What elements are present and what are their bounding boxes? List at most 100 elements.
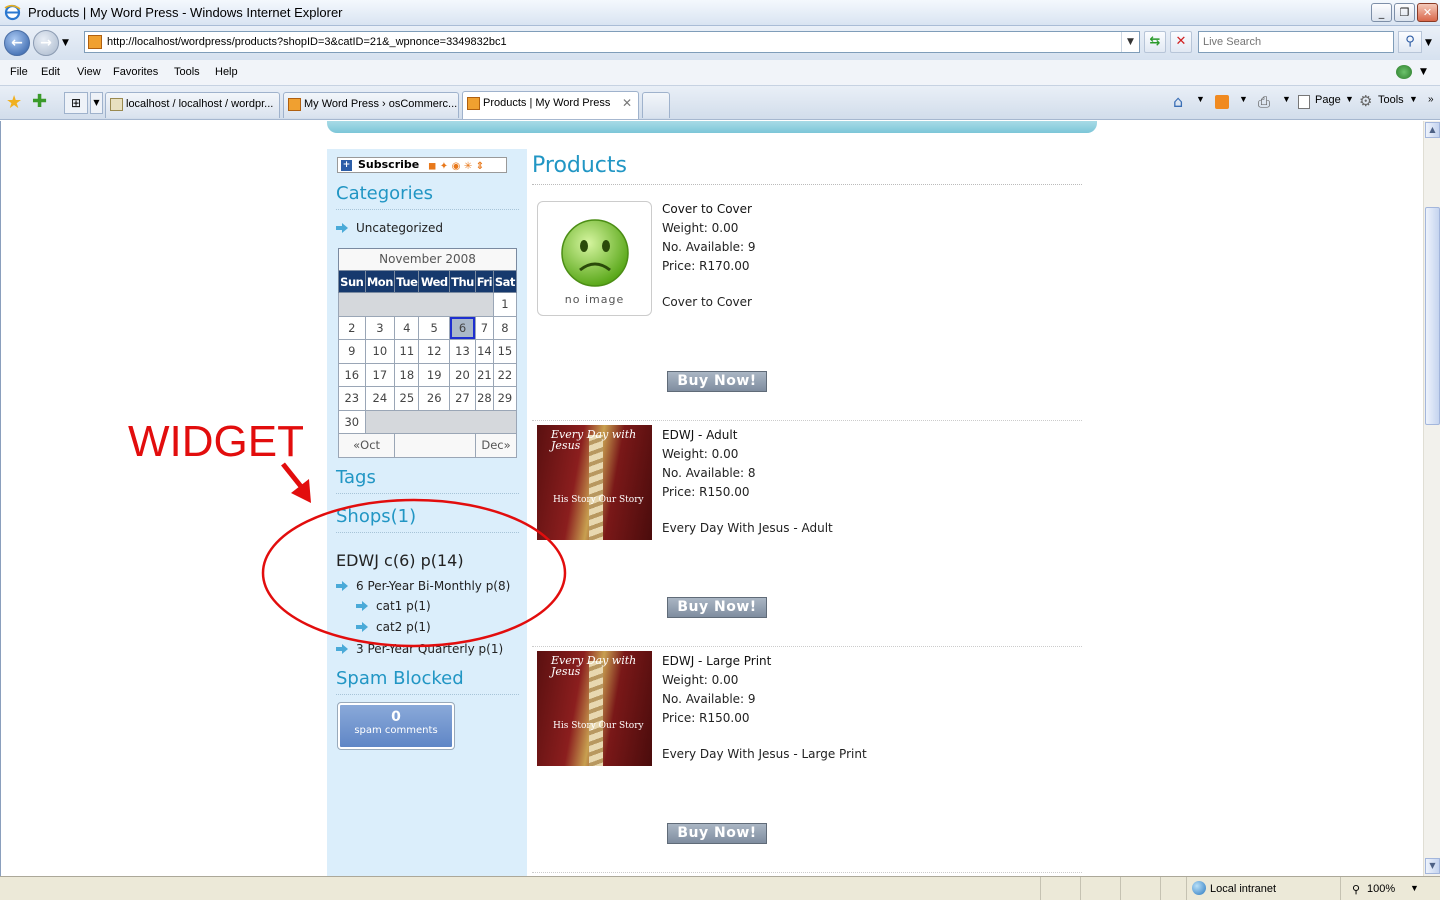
zoom-level[interactable]: 100% [1367, 883, 1395, 895]
history-dropdown-icon[interactable]: ▼ [62, 38, 69, 48]
live-search-input[interactable] [1199, 32, 1389, 52]
page-menu-button[interactable]: Page [1315, 94, 1341, 106]
title-bar: Products | My Word Press - Windows Inter… [0, 0, 1440, 26]
live-dropdown-icon[interactable]: ▼ [1420, 67, 1427, 77]
product-name[interactable]: EDWJ - Adult [662, 426, 756, 445]
product-name[interactable]: EDWJ - Large Print [662, 652, 771, 671]
shop-category-link[interactable]: 6 Per-Year Bi-Monthly p(8) [356, 579, 510, 593]
calendar-day: 12 [418, 339, 450, 364]
tools-menu-button[interactable]: Tools [1378, 94, 1404, 106]
live-search-box[interactable] [1198, 31, 1394, 53]
sad-face-icon [561, 219, 629, 287]
calendar-pad [338, 292, 494, 317]
buy-now-button[interactable]: Buy Now! [667, 371, 767, 392]
product-available: No. Available: 8 [662, 466, 756, 480]
close-tab-icon[interactable]: ✕ [622, 96, 632, 110]
menu-favorites[interactable]: Favorites [113, 66, 158, 78]
calendar-day: 10 [364, 339, 396, 364]
divider [336, 493, 519, 494]
windows-live-icon[interactable] [1396, 65, 1412, 79]
address-field[interactable]: http://localhost/wordpress/products?shop… [84, 31, 1140, 53]
product-image[interactable]: Every Day with Jesus His Story Our Story [537, 651, 652, 766]
phpmyadmin-icon [110, 98, 123, 111]
shop-name: EDWJ c(6) p(14) [336, 551, 464, 570]
new-tab-button[interactable] [642, 92, 670, 118]
buy-now-button[interactable]: Buy Now! [667, 823, 767, 844]
calendar-day: 20 [448, 362, 477, 387]
shop-subcategory-link[interactable]: cat2 p(1) [376, 620, 431, 634]
print-dropdown-icon[interactable]: ▼ [1282, 94, 1291, 104]
calendar-day: 9 [338, 339, 366, 364]
product-image[interactable]: Every Day with Jesus His Story Our Story [537, 425, 652, 540]
quick-tabs-button[interactable]: ⊞ [64, 92, 88, 114]
product-name[interactable]: Cover to Cover [662, 200, 756, 219]
divider [532, 184, 1082, 185]
address-dropdown-icon[interactable]: ▼ [1121, 32, 1139, 52]
calendar-day-header: Fri [475, 270, 494, 293]
product-weight: Weight: 0.00 [662, 447, 739, 461]
calendar-prev-link[interactable]: «Oct [337, 433, 396, 458]
menu-help[interactable]: Help [215, 66, 238, 78]
vertical-scrollbar[interactable]: ▲ ▼ [1423, 121, 1440, 876]
tab-bar: ★ ✚ ⊞ ▼ localhost / localhost / wordpr..… [0, 86, 1440, 120]
product-no-image[interactable]: no image [537, 201, 652, 316]
buy-now-button[interactable]: Buy Now! [667, 597, 767, 618]
feeds-dropdown-icon[interactable]: ▼ [1239, 94, 1248, 104]
calendar-day: 14 [475, 339, 494, 364]
menu-view[interactable]: View [77, 66, 101, 78]
calendar-next-link[interactable]: Dec» [475, 433, 517, 458]
print-icon[interactable]: ⎙ [1258, 93, 1270, 111]
calendar-day: 23 [338, 386, 366, 411]
favorites-star-icon[interactable]: ★ [6, 92, 22, 113]
search-options-icon[interactable]: ▼ [1425, 38, 1432, 48]
scrollbar-thumb[interactable] [1425, 207, 1440, 425]
forward-button[interactable]: → [33, 30, 59, 56]
tools-dropdown-icon[interactable]: ▼ [1409, 94, 1418, 104]
product-available: No. Available: 9 [662, 692, 756, 706]
security-zone-label[interactable]: Local intranet [1210, 883, 1276, 895]
tab-phpmyadmin[interactable]: localhost / localhost / wordpr... [105, 92, 280, 118]
stop-button[interactable]: ✕ [1170, 31, 1192, 53]
add-favorites-icon[interactable]: ✚ [32, 91, 47, 112]
shop-subcategory-link[interactable]: cat1 p(1) [376, 599, 431, 613]
calendar: Sun Mon Tue Wed Thu Fri Sat 1 2 3 4 5 6 7 8 9 10 1… [337, 270, 518, 458]
refresh-button[interactable]: ⇆ [1144, 31, 1166, 53]
zoom-magnifier-icon: ⚲ [1352, 884, 1361, 896]
calendar-day: 17 [364, 362, 396, 387]
scroll-up-icon[interactable]: ▲ [1425, 122, 1440, 138]
maximize-button[interactable]: ❐ [1394, 3, 1415, 22]
url-text[interactable]: http://localhost/wordpress/products?shop… [107, 36, 507, 48]
menu-file[interactable]: File [10, 66, 28, 78]
arrow-bullet-icon [356, 622, 368, 632]
scroll-down-icon[interactable]: ▼ [1425, 858, 1440, 874]
page-dropdown-icon[interactable]: ▼ [1345, 94, 1354, 104]
back-button[interactable]: ← [4, 30, 30, 56]
tab-list-dropdown-icon[interactable]: ▼ [90, 92, 103, 114]
shop-category-link[interactable]: 3 Per-Year Quarterly p(1) [356, 642, 503, 656]
calendar-week: 2345678 [338, 315, 518, 340]
search-button[interactable]: ⚲ [1398, 31, 1422, 53]
home-icon[interactable]: ⌂ [1173, 92, 1183, 111]
annotation-arrow-head [291, 479, 311, 503]
feeds-icon[interactable] [1215, 95, 1229, 109]
toolbar-overflow-icon[interactable]: » [1428, 94, 1434, 105]
subscribe-button[interactable]: + Subscribe ◼ ✦ ◉ ✳ ⇕ [337, 157, 507, 173]
calendar-week: 1 [338, 292, 518, 317]
arrow-bullet-icon [336, 223, 348, 233]
menu-tools[interactable]: Tools [174, 66, 200, 78]
tab-products[interactable]: Products | My Word Press ✕ [462, 91, 639, 119]
spam-count: 0 [391, 709, 401, 725]
menu-edit[interactable]: Edit [41, 66, 60, 78]
calendar-day-header: Sun [338, 270, 366, 293]
home-dropdown-icon[interactable]: ▼ [1196, 94, 1205, 104]
subscribe-label: Subscribe [358, 158, 420, 171]
site-favicon-icon [88, 35, 102, 49]
page-icon [1298, 95, 1310, 109]
akismet-spam-counter[interactable]: 0 spam comments [337, 702, 455, 750]
tab-oscommerce[interactable]: My Word Press › osCommerc... [283, 92, 459, 118]
close-button[interactable]: ✕ [1417, 3, 1438, 22]
minimize-button[interactable]: _ [1371, 3, 1392, 22]
zoom-dropdown-icon[interactable]: ▼ [1410, 883, 1419, 893]
category-uncategorized-link[interactable]: Uncategorized [356, 221, 443, 235]
calendar-day-header: Mon [364, 270, 396, 293]
